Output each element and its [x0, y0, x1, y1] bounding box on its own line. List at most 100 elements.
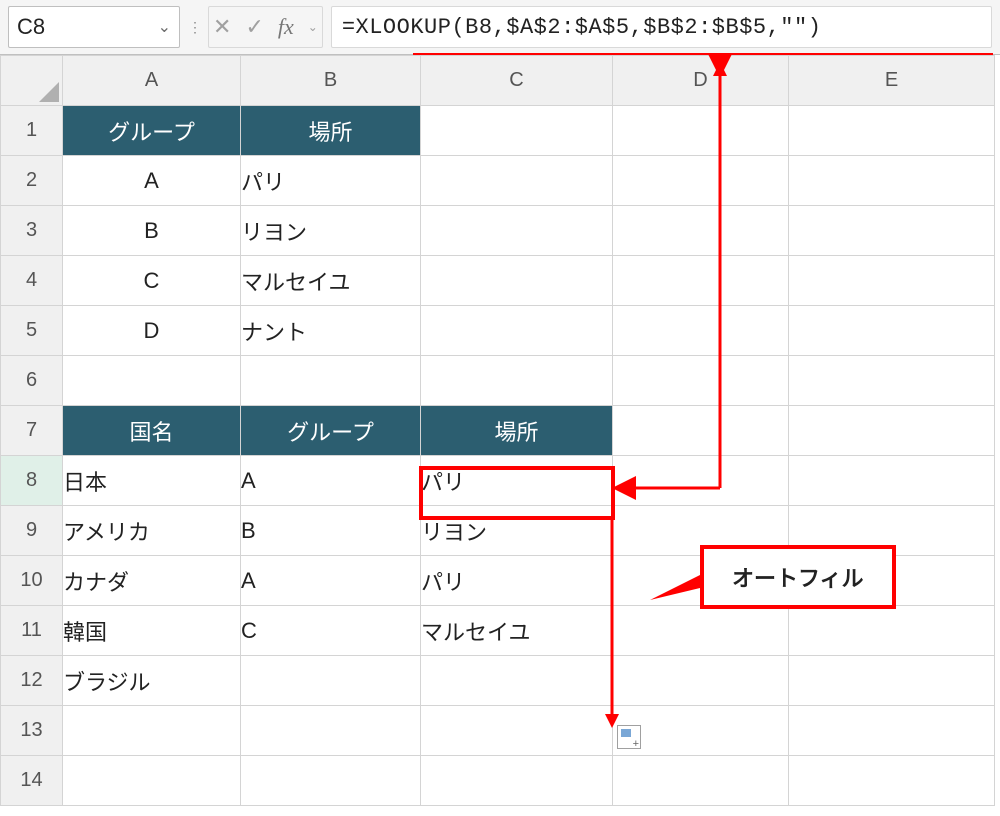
cell[interactable]	[421, 356, 613, 406]
row-header[interactable]: 1	[1, 106, 63, 156]
col-header-d[interactable]: D	[613, 56, 789, 106]
row-header[interactable]: 6	[1, 356, 63, 406]
cell[interactable]	[421, 656, 613, 706]
table2-header-place[interactable]: 場所	[421, 406, 613, 456]
cell[interactable]: リヨン	[241, 206, 421, 256]
formula-bar-buttons: ✕ ✓ fx ⌄	[208, 6, 323, 48]
cell[interactable]: パリ	[421, 556, 613, 606]
row-header[interactable]: 3	[1, 206, 63, 256]
cancel-icon[interactable]: ✕	[213, 14, 231, 40]
table1-header-group[interactable]: グループ	[63, 106, 241, 156]
cell[interactable]	[613, 756, 789, 806]
row-header[interactable]: 5	[1, 306, 63, 356]
row-header[interactable]: 11	[1, 606, 63, 656]
cell[interactable]	[421, 306, 613, 356]
autofill-options-icon[interactable]	[617, 725, 641, 749]
cell[interactable]	[789, 106, 995, 156]
cell[interactable]	[63, 706, 241, 756]
row-header[interactable]: 12	[1, 656, 63, 706]
cell[interactable]: カナダ	[63, 556, 241, 606]
cell[interactable]: ナント	[241, 306, 421, 356]
cell[interactable]	[613, 406, 789, 456]
cell[interactable]	[789, 706, 995, 756]
cell[interactable]: A	[241, 456, 421, 506]
annotation-autofill-label: オートフィル	[700, 545, 896, 609]
cell-selected[interactable]: パリ	[421, 456, 613, 506]
formula-input[interactable]: =XLOOKUP(B8,$A$2:$A$5,$B$2:$B$5,"")	[331, 6, 992, 48]
cell[interactable]	[613, 206, 789, 256]
cell[interactable]	[789, 206, 995, 256]
name-box[interactable]: C8 ⌄	[8, 6, 180, 48]
cell[interactable]	[789, 406, 995, 456]
cell[interactable]: B	[63, 206, 241, 256]
cell[interactable]	[241, 656, 421, 706]
cell[interactable]: リヨン	[421, 506, 613, 556]
spreadsheet-grid[interactable]: A B C D E 1 グループ 場所 2 A パリ 3 B リヨン 4 C マ…	[0, 55, 995, 806]
table2-header-group[interactable]: グループ	[241, 406, 421, 456]
cell[interactable]: 日本	[63, 456, 241, 506]
select-all-corner[interactable]	[1, 56, 63, 106]
chevron-down-icon[interactable]: ⌄	[308, 20, 318, 34]
row-header[interactable]: 9	[1, 506, 63, 556]
row-header[interactable]: 13	[1, 706, 63, 756]
cell[interactable]	[613, 656, 789, 706]
cell[interactable]: パリ	[241, 156, 421, 206]
cell[interactable]	[613, 456, 789, 506]
cell[interactable]	[421, 156, 613, 206]
cell[interactable]	[789, 256, 995, 306]
name-box-value: C8	[17, 14, 45, 40]
cell[interactable]	[421, 756, 613, 806]
cell[interactable]	[789, 356, 995, 406]
cell[interactable]	[63, 756, 241, 806]
cell[interactable]	[789, 756, 995, 806]
cell[interactable]	[421, 706, 613, 756]
cell[interactable]: マルセイユ	[241, 256, 421, 306]
cell[interactable]: 韓国	[63, 606, 241, 656]
cell[interactable]	[613, 356, 789, 406]
row-header[interactable]: 2	[1, 156, 63, 206]
chevron-down-icon[interactable]: ⌄	[158, 17, 171, 37]
cell[interactable]: ブラジル	[63, 656, 241, 706]
cell[interactable]: アメリカ	[63, 506, 241, 556]
cell[interactable]	[241, 706, 421, 756]
cell[interactable]	[789, 306, 995, 356]
cell[interactable]	[63, 356, 241, 406]
cell[interactable]	[789, 606, 995, 656]
separator-dots-icon: ⋮	[188, 19, 200, 36]
cell[interactable]	[613, 256, 789, 306]
cell[interactable]	[613, 606, 789, 656]
cell[interactable]: B	[241, 506, 421, 556]
col-header-b[interactable]: B	[241, 56, 421, 106]
cell[interactable]	[613, 156, 789, 206]
cell[interactable]: マルセイユ	[421, 606, 613, 656]
cell[interactable]: D	[63, 306, 241, 356]
row-header-selected[interactable]: 8	[1, 456, 63, 506]
enter-icon[interactable]: ✓	[245, 14, 263, 40]
formula-bar: C8 ⌄ ⋮ ✕ ✓ fx ⌄ =XLOOKUP(B8,$A$2:$A$5,$B…	[0, 0, 1000, 55]
cell[interactable]: C	[241, 606, 421, 656]
table1-header-place[interactable]: 場所	[241, 106, 421, 156]
cell[interactable]	[613, 106, 789, 156]
cell[interactable]	[789, 156, 995, 206]
cell[interactable]	[241, 756, 421, 806]
cell[interactable]	[421, 106, 613, 156]
row-header[interactable]: 7	[1, 406, 63, 456]
col-header-a[interactable]: A	[63, 56, 241, 106]
formula-text: =XLOOKUP(B8,$A$2:$A$5,$B$2:$B$5,"")	[342, 15, 822, 40]
cell[interactable]: C	[63, 256, 241, 306]
col-header-c[interactable]: C	[421, 56, 613, 106]
cell[interactable]: A	[63, 156, 241, 206]
table2-header-country[interactable]: 国名	[63, 406, 241, 456]
cell[interactable]	[613, 306, 789, 356]
row-header[interactable]: 10	[1, 556, 63, 606]
fx-icon[interactable]: fx	[278, 14, 294, 40]
row-header[interactable]: 4	[1, 256, 63, 306]
cell[interactable]	[421, 256, 613, 306]
col-header-e[interactable]: E	[789, 56, 995, 106]
cell[interactable]: A	[241, 556, 421, 606]
cell[interactable]	[789, 456, 995, 506]
cell[interactable]	[241, 356, 421, 406]
cell[interactable]	[421, 206, 613, 256]
cell[interactable]	[789, 656, 995, 706]
row-header[interactable]: 14	[1, 756, 63, 806]
